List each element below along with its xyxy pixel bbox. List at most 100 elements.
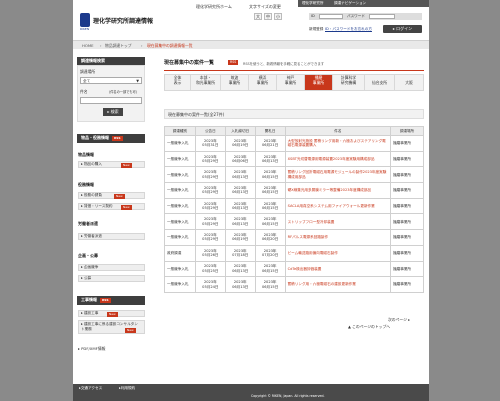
tab-all[interactable]: 全体 表示 [165, 75, 191, 90]
login-button-label: ログイン [396, 26, 413, 31]
new-badge: New [114, 194, 125, 199]
corporate-link[interactable]: 理化学研究所 [302, 1, 324, 6]
row-type: 一般競争入札 [164, 260, 196, 278]
row-opening-date: 2023年 06月21日 [254, 135, 286, 152]
pdf-info-link[interactable]: ▸ PDF/XMF情報 [78, 346, 105, 352]
row-announce-date: 2023年 05月26日 [194, 244, 226, 262]
tab-harima[interactable]: 播磨 事業所 [305, 75, 333, 90]
goods-rss-badge[interactable]: RSS [112, 135, 123, 141]
service-item-contract[interactable]: ▸ 役務の請負 New [78, 192, 145, 199]
font-size-large-button[interactable]: 大 [254, 13, 262, 20]
works-rss-badge[interactable]: RSS [100, 297, 111, 303]
row-type: 一般競争入札 [164, 182, 196, 199]
rss-note: RSSを使うと、新着情報を手軽に見ることができます [243, 62, 325, 66]
row-announce-date: 2023年 05月29日 [194, 150, 226, 168]
row-place: 播磨事業所 [390, 244, 424, 262]
riken-logo-icon[interactable] [80, 13, 90, 27]
table-row: 一般競争入札 2023年 05月29日 2023年 06月13日 2023年 06月1… [164, 182, 424, 199]
tab-wako[interactable]: 本部・ 和光事業所 [191, 75, 221, 90]
row-subject-link[interactable]: 硬X線集光用多層膜ミラー等整備2023年度構成部品 [284, 182, 392, 199]
tab-tsukuba[interactable]: 筑波 事業所 [221, 75, 249, 90]
row-subject-link[interactable]: XSBT光切替電源用電源装置2023年度実験用構成部品 [284, 150, 392, 168]
row-announce-date: 2023年 05月29日 [194, 182, 226, 199]
login-button[interactable]: ▸ ログイン [383, 25, 422, 33]
row-deadline-date: 2023年 06月19日 [224, 229, 256, 246]
works-panel-title: 工事情報 RSS [77, 296, 145, 305]
tab-kobe[interactable]: 神戸 事業所 [277, 75, 305, 90]
page-top-link[interactable]: ▲ このページのトップへ [348, 324, 390, 330]
table-row: 一般競争入札 2023年 05月29日 2023年 06月06日 2023年 06月1… [164, 150, 424, 168]
row-deadline-date: 2023年 06月13日 [224, 166, 256, 184]
service-item-lease[interactable]: ▸ 賃借・リース契約 New [78, 203, 145, 210]
row-subject-link[interactable]: CdTe検出器評価装置 [284, 260, 392, 278]
col-header-announce: 公告日 [194, 126, 226, 136]
page: 理化学研究所調達情報 RIKEN 理化学研究所ホーム 文字サイズの変更 大 中 … [73, 0, 429, 401]
tab-sendai[interactable]: 仙台支所 [365, 75, 395, 90]
row-opening-date: 2023年 07月20日 [254, 244, 286, 262]
row-subject-link[interactable]: 蓄積リング回折電磁石用電源モジュールの製作2023年度実験構成用部品 [284, 166, 392, 184]
row-subject-link[interactable]: 大型放射光施設 蓄積リング用新・六極およびステアリング電磁石電源装置購入 [284, 135, 392, 152]
goods-item-label: ▸ 物品の購入 [81, 162, 102, 166]
password-label: パスワード [347, 14, 365, 18]
chevron-down-icon: ▼ [136, 79, 139, 83]
row-place: 播磨事業所 [390, 135, 424, 152]
next-page-link[interactable]: 次のページ ▸ [388, 317, 410, 323]
footer: ▸ 交通アクセス ▸ 利用規約 Copyright © RIKEN, Japan… [73, 384, 429, 401]
works-item-construction[interactable]: ▸ 建設工事 New [78, 310, 145, 317]
row-type: 一般競争入札 [164, 197, 196, 215]
search-panel-title: 調達情報検索 [77, 57, 145, 65]
goods-item-purchase[interactable]: ▸ 物品の購入 New [78, 161, 145, 168]
header: 理化学研究所調達情報 RIKEN 理化学研究所ホーム 文字サイズの変更 大 中 … [73, 0, 429, 40]
labor-item[interactable]: ▸ 労働者派遣 [78, 233, 145, 240]
row-deadline-date: 2023年 06月13日 [224, 197, 256, 215]
works-item-consultant[interactable]: ▸ 建設工事に係る建設コンサルタント業務 New [78, 320, 145, 334]
list-title-bar: 現在募集中の案件一覧(全27件) [164, 109, 424, 119]
font-size-medium-button[interactable]: 中 [264, 13, 272, 20]
row-subject-link[interactable]: ストリップフロー型冷却装置 [284, 213, 392, 231]
bid-item-competition[interactable]: ▸ 企画競争 [78, 264, 145, 271]
register-link[interactable]: 新規登録 [309, 27, 323, 32]
breadcrumb-goods-top[interactable]: 物品調達トップ [105, 43, 132, 49]
new-badge: New [125, 328, 136, 333]
tab-osaka[interactable]: 大阪 [395, 75, 423, 90]
row-deadline-date: 2023年 07月18日 [224, 244, 256, 262]
row-place: 播磨事業所 [390, 229, 424, 246]
works-item-label: ▸ 建設工事 [81, 311, 99, 315]
tab-yokohama[interactable]: 横浜 事業所 [249, 75, 277, 90]
navigation-link[interactable]: 調達ナビゲーション [334, 1, 366, 6]
keyword-input[interactable] [80, 97, 142, 104]
row-announce-date: 2023年 05月25日 [194, 260, 226, 278]
new-badge: New [121, 163, 132, 168]
rss-button[interactable]: RSS [228, 60, 239, 65]
tab-aics[interactable]: 計算科学 研究機構 [333, 75, 365, 90]
site-title[interactable]: 理化学研究所調達情報 [93, 16, 153, 25]
row-subject-link[interactable]: RFパルス電源系回路製作 [284, 229, 392, 246]
goods-panel-title-text: 物品・役務情報 [81, 135, 109, 140]
riken-home-link[interactable]: 理化学研究所ホーム [196, 4, 232, 10]
place-label: 調達場所 [80, 69, 96, 74]
password-input[interactable] [369, 14, 395, 19]
row-subject-link[interactable]: SACLA用真空系システム用ファイアウォール更新作業 [284, 197, 392, 215]
row-opening-date: 2023年 06月15日 [254, 213, 286, 231]
breadcrumb-home[interactable]: HOME [82, 43, 94, 48]
bid-item-public[interactable]: ▸ 公募 [78, 275, 145, 282]
id-input[interactable] [319, 14, 343, 19]
row-opening-date: 2023年 06月15日 [254, 276, 286, 293]
row-announce-date: 2023年 05月29日 [194, 166, 226, 184]
place-select[interactable]: 全て ▼ [80, 77, 142, 84]
footer-terms-link[interactable]: ▸ 利用規約 [119, 386, 135, 390]
table-row: 一般競争入札 2023年 05月29日 2023年 06月19日 2023年 06月2… [164, 229, 424, 246]
forgot-password-link[interactable]: ID・パスワードをお忘れの方 [325, 27, 372, 32]
search-button[interactable]: ▸ 検索 [103, 108, 123, 116]
font-size-small-button[interactable]: 小 [274, 13, 282, 20]
table-row: 一般競争入札 2023年 05月24日 2023年 06月13日 2023年 06月1… [164, 276, 424, 293]
row-opening-date: 2023年 06月20日 [254, 229, 286, 246]
table-row: 一般競争入札 2023年 05月25日 2023年 06月13日 2023年 06月1… [164, 260, 424, 278]
service-item-label: ▸ 役務の請負 [81, 193, 102, 197]
labor-heading: 労働者派遣 [78, 221, 98, 226]
goods-heading: 物品情報 [78, 152, 94, 157]
title-divider [164, 70, 424, 71]
footer-access-link[interactable]: ▸ 交通アクセス [79, 386, 102, 390]
row-subject-link[interactable]: ビーム輸送路用偏向電磁石製作 [284, 244, 392, 262]
row-subject-link[interactable]: 蓄積リング用・六極電磁石の建設更新作業 [284, 276, 392, 293]
